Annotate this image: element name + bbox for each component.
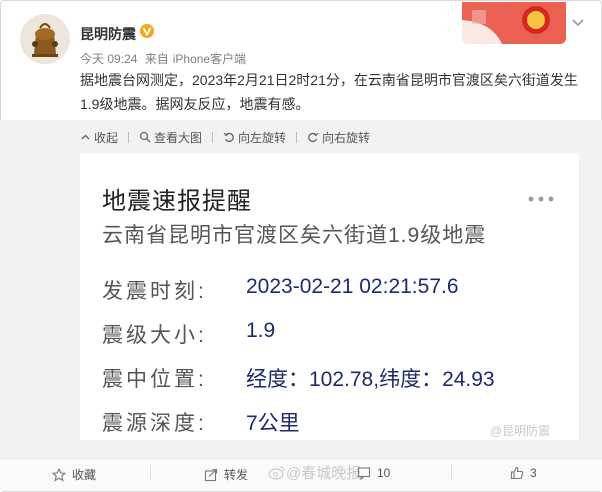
collapse-label: 收起: [94, 130, 119, 145]
star-icon: [52, 467, 66, 482]
toolbar-divider: [212, 131, 214, 143]
alert-title: 地震速报提醒: [102, 188, 252, 215]
like-button[interactable]: 3: [510, 466, 537, 480]
rotate-right-icon: [308, 132, 319, 143]
post-meta: 今天 09:24 来自 iPhone客户端: [80, 50, 250, 67]
rotate-left-icon: [223, 132, 234, 143]
comment-button[interactable]: 10: [357, 466, 390, 480]
view-large-button[interactable]: 查看大图: [139, 129, 202, 146]
rotate-right-button[interactable]: 向右旋转: [307, 129, 370, 146]
header-decoration: [462, 2, 566, 44]
comment-count: 10: [377, 466, 391, 480]
favorite-label: 收藏: [72, 468, 97, 482]
avatar[interactable]: [20, 14, 70, 64]
epicenter-value: 经度：102.78,纬度：24.93: [246, 368, 495, 391]
alert-subtitle: 云南省昆明市官渡区矣六街道1.9级地震: [102, 224, 487, 247]
toolbar-divider: [128, 131, 130, 143]
action-divider: [150, 465, 151, 481]
more-dots-icon: [528, 189, 554, 202]
depth-label: 震源深度:: [102, 412, 207, 435]
footer-watermark-text: @春城晚报: [286, 465, 362, 482]
post-time[interactable]: 今天 09:24: [80, 52, 137, 66]
magnifier-icon: [139, 131, 151, 143]
image-toolbar: 收起 查看大图 向左旋转 向右旋转: [80, 128, 380, 146]
weibo-logo-icon: [268, 466, 285, 480]
repost-button[interactable]: 转发: [204, 466, 248, 483]
rotate-left-label: 向左旋转: [238, 130, 287, 145]
collapse-icon: [81, 134, 90, 139]
origin-time-value: 2023-02-21 02:21:57.6: [246, 275, 459, 298]
verified-badge-icon: [140, 24, 154, 38]
chevron-down-icon[interactable]: [569, 14, 587, 32]
depth-value: 7公里: [246, 412, 300, 435]
favorite-button[interactable]: 收藏: [52, 466, 96, 483]
collapse-button[interactable]: 收起: [80, 129, 118, 146]
repost-label: 转发: [224, 468, 249, 482]
comment-icon: [357, 467, 371, 480]
earthquake-alert-image[interactable]: 地震速报提醒 云南省昆明市官渡区矣六街道1.9级地震 发震时刻: 2023-02…: [80, 153, 579, 440]
action-divider: [451, 465, 452, 481]
toolbar-divider: [296, 131, 298, 143]
footer-watermark: @春城晚报: [268, 462, 361, 483]
magnitude-label: 震级大小:: [102, 324, 207, 347]
post-source[interactable]: iPhone客户端: [173, 52, 246, 66]
username[interactable]: 昆明防震: [80, 24, 136, 44]
thumbs-up-icon: [510, 466, 524, 480]
post-text: 据地震台网测定，2023年2月21日2时21分，在云南省昆明市官渡区矣六街道发生…: [80, 72, 578, 112]
view-large-label: 查看大图: [154, 130, 203, 145]
rotate-left-button[interactable]: 向左旋转: [223, 129, 286, 146]
like-count: 3: [530, 466, 537, 480]
share-icon: [204, 468, 218, 481]
origin-time-label: 发震时刻:: [102, 280, 207, 303]
source-prefix: 来自: [144, 52, 169, 66]
image-watermark: @昆明防震: [490, 424, 551, 438]
epicenter-label: 震中位置:: [102, 368, 207, 391]
rotate-right-label: 向右旋转: [322, 130, 371, 145]
magnitude-value: 1.9: [246, 319, 276, 342]
